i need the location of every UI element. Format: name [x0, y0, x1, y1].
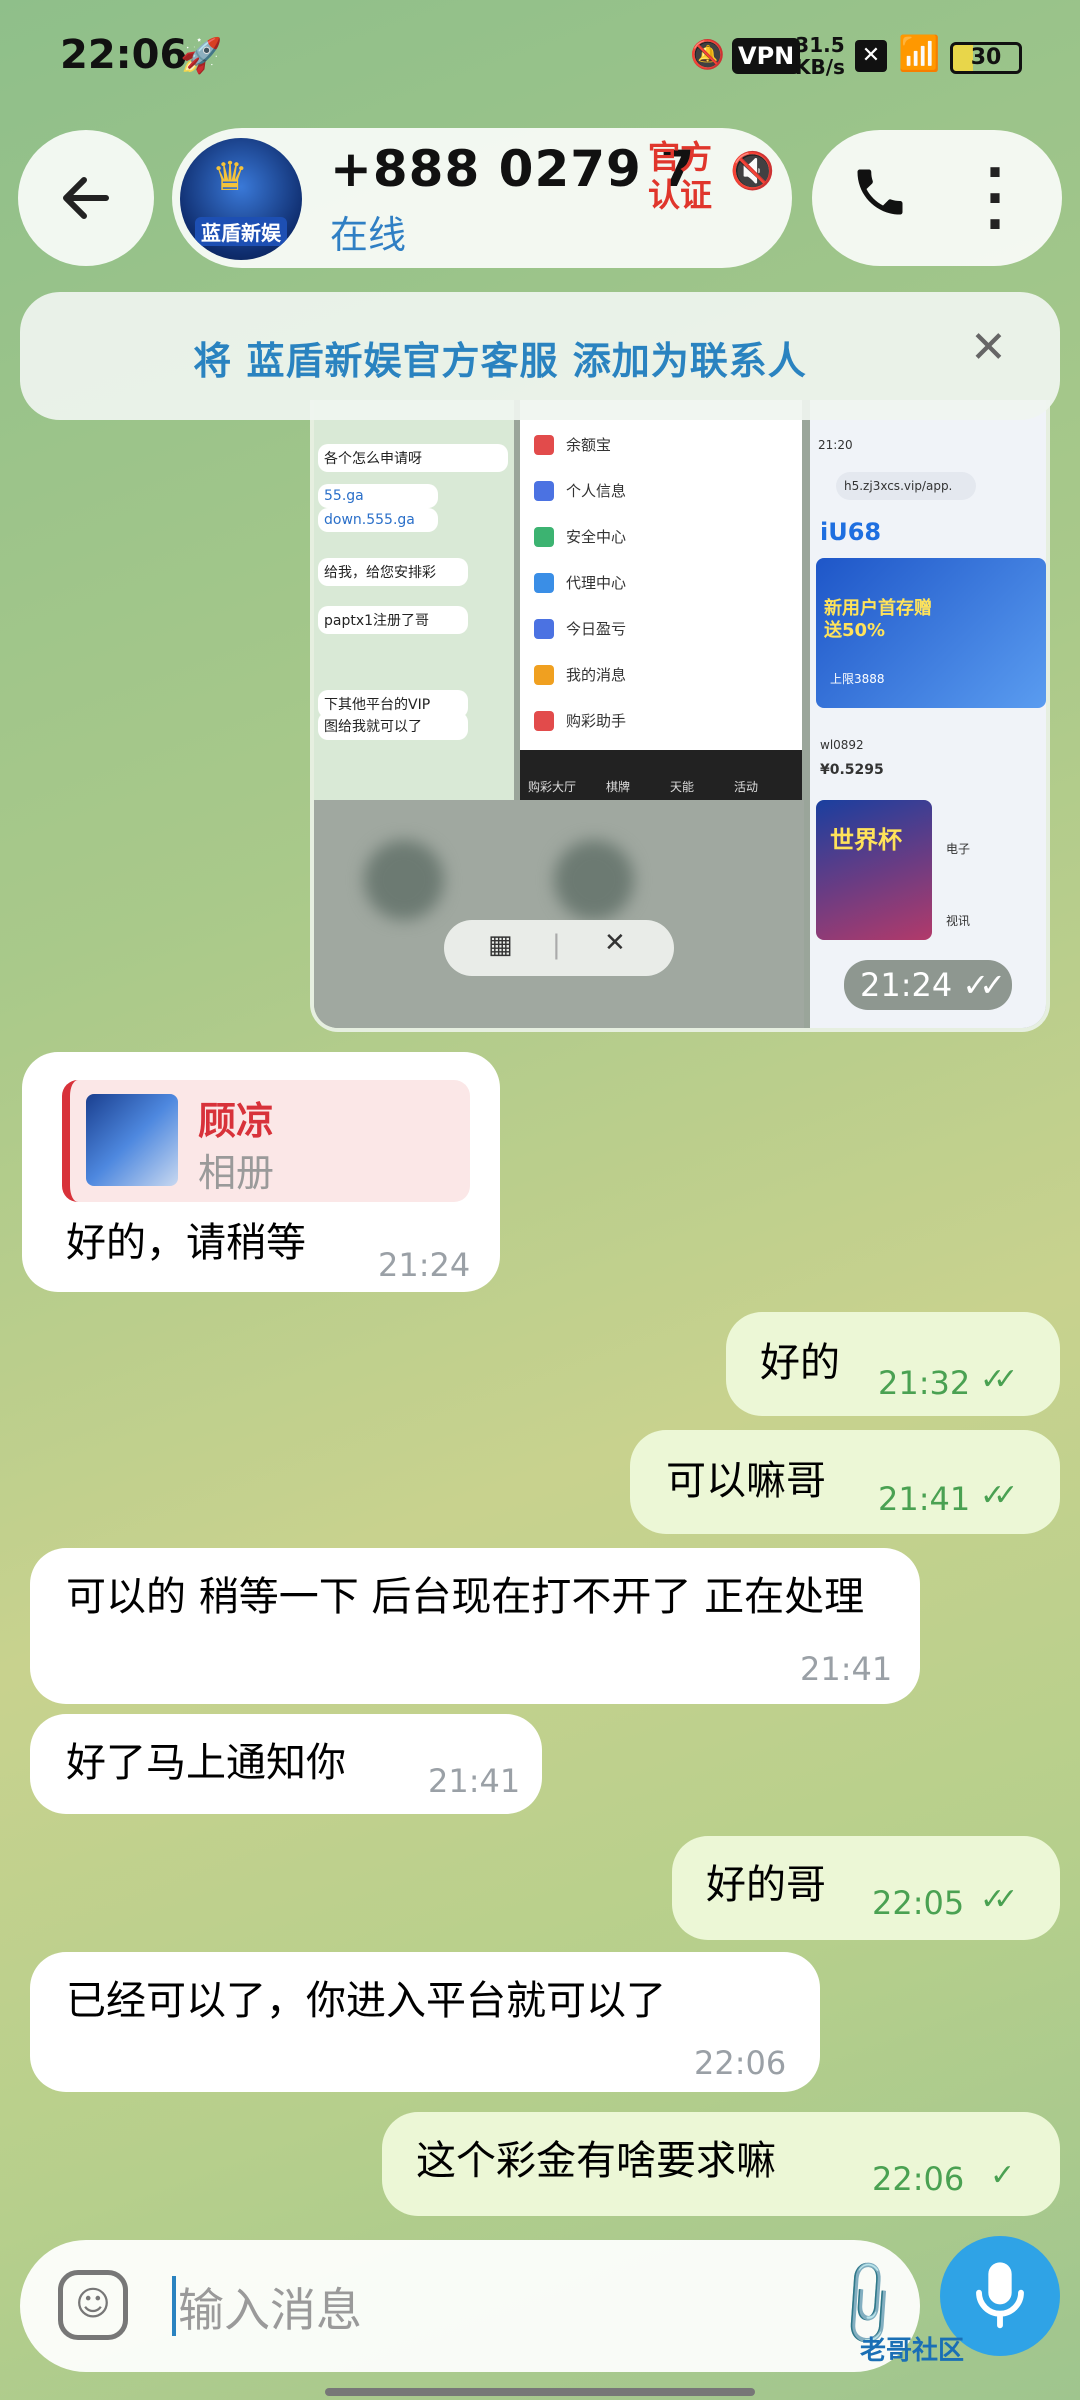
- crown-icon: ♛: [212, 154, 248, 200]
- message-time: 21:32: [878, 1364, 971, 1402]
- message-time: 21:41: [800, 1650, 893, 1688]
- message-time: 22:05: [872, 1884, 965, 1922]
- close-icon[interactable]: ✕: [970, 322, 1007, 373]
- reply-author: 顾凉: [198, 1099, 275, 1143]
- reply-subtitle: 相册: [198, 1151, 275, 1195]
- message-input[interactable]: 输入消息: [178, 2274, 362, 2340]
- sticker-icon[interactable]: ☺: [58, 2270, 128, 2340]
- phone-call-icon[interactable]: [850, 162, 910, 237]
- message-time: 22:06: [694, 2044, 787, 2082]
- message-text: 这个彩金有啥要求嘛: [416, 2138, 776, 2184]
- message-time: 21:41: [428, 1762, 521, 1800]
- read-checks-icon: ✓✓: [980, 1478, 1018, 1513]
- message-time: 21:41: [878, 1480, 971, 1518]
- shot-menu-item: 购彩助手: [534, 710, 626, 731]
- message-text: 好的: [760, 1340, 840, 1386]
- screenshot-chat-panel: 各个怎么申请呀 55.ga down.555.ga 给我，给您安排彩 paptx…: [314, 400, 514, 800]
- shot-menu-item: 今日盈亏: [534, 618, 626, 639]
- more-options-icon[interactable]: · · ·: [980, 147, 1010, 251]
- battery-indicator: 30: [950, 42, 1022, 74]
- contact-status: 在线: [330, 213, 407, 257]
- status-time: 22:06: [60, 32, 188, 78]
- screenshot-menu-panel: 余额宝 个人信息 安全中心 代理中心 今日盈亏 我的消息 购彩助手: [520, 400, 802, 800]
- shot-line: 55.ga: [318, 484, 438, 508]
- home-indicator[interactable]: [325, 2388, 755, 2396]
- image-message[interactable]: 各个怎么申请呀 55.ga down.555.ga 给我，给您安排彩 paptx…: [310, 400, 1050, 1032]
- avatar-label: 蓝盾新娱: [195, 217, 287, 246]
- muted-icon: 🔇: [730, 151, 775, 192]
- message-time: 21:24: [378, 1246, 471, 1284]
- mute-icon: 🔕: [690, 38, 725, 71]
- message-text: 好的，请稍等: [66, 1220, 306, 1266]
- reply-thumbnail: [86, 1094, 178, 1186]
- network-speed: 31.5 KB/s: [795, 33, 845, 79]
- message-text: 好了马上通知你: [66, 1740, 346, 1786]
- shot-menu-item: 余额宝: [534, 434, 611, 455]
- add-contact-text[interactable]: 将 蓝盾新娱官方客服 添加为联系人: [0, 330, 1000, 385]
- shot-line: 图给我就可以了: [318, 712, 468, 740]
- message-time: 22:06: [872, 2160, 965, 2198]
- read-checks-icon: ✓✓: [980, 1882, 1018, 1917]
- shot-menu-item: 安全中心: [534, 526, 626, 547]
- text-cursor: [172, 2276, 176, 2336]
- sent-check-icon: ✓: [990, 2158, 1015, 2193]
- shot-line: paptx1注册了哥: [318, 606, 468, 634]
- message-text: 已经可以了，你进入平台就可以了: [66, 1978, 666, 2024]
- message-input-bar: [20, 2240, 920, 2372]
- wifi-icon: 📶: [898, 34, 941, 74]
- x-app-icon: ✕: [855, 40, 887, 72]
- app-notification-icon: 🚀: [180, 36, 223, 76]
- shot-menu-item: 代理中心: [534, 572, 626, 593]
- message-text: 可以的 稍等一下 后台现在打不开了 正在处理: [66, 1574, 865, 1620]
- arrow-left-icon: [63, 177, 109, 219]
- read-checks-icon: ✓✓: [980, 1362, 1018, 1397]
- shot-line: 各个怎么申请呀: [318, 444, 508, 472]
- screenshot-blur-area: [314, 800, 804, 1028]
- contact-phone: +888 0279 7: [330, 140, 697, 198]
- shot-menu-item: 个人信息: [534, 480, 626, 501]
- shot-menu-item: 我的消息: [534, 664, 626, 685]
- watermark: 老哥社区: [860, 2336, 965, 2366]
- message-text: 可以嘛哥: [666, 1458, 826, 1504]
- vpn-badge: VPN: [732, 38, 801, 74]
- back-button[interactable]: [18, 130, 154, 266]
- screenshot-window-controls: ▦ | ✕: [444, 920, 674, 976]
- shot-line: 给我，给您安排彩: [318, 558, 468, 586]
- status-bar: 22:06 🚀 🔕 VPN 31.5 KB/s ✕ 📶 30: [0, 0, 1080, 120]
- message-text: 好的哥: [706, 1862, 826, 1908]
- avatar[interactable]: ♛ 蓝盾新娱: [180, 138, 302, 260]
- screenshot-browser-panel: 21:20 h5.zj3xcs.vip/app. iU68 新用户首存赠送50%…: [810, 400, 1046, 1028]
- screenshot-tabbar: 购彩大厅 棋牌 天能 活动: [520, 750, 802, 800]
- official-badge: 官方认证: [647, 138, 712, 214]
- shot-line: down.555.ga: [318, 508, 438, 532]
- image-timestamp: 21:24 ✓✓: [844, 960, 1013, 1010]
- microphone-icon: [976, 2262, 1024, 2329]
